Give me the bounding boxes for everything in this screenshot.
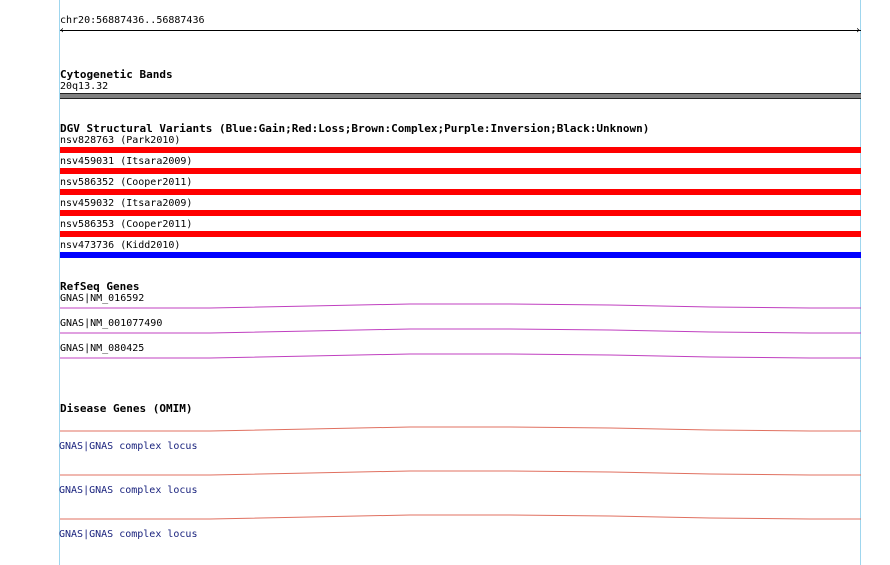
right-boundary-line — [860, 0, 861, 565]
ruler-line — [60, 30, 861, 31]
omim-gene-label[interactable]: GNAS|GNAS complex locus — [59, 441, 197, 453]
refseq-gene-line[interactable] — [60, 352, 861, 360]
dgv-variant-label: nsv459031 (Itsara2009) — [60, 156, 193, 167]
dgv-variant-bar[interactable] — [60, 210, 861, 216]
cytogenetic-band-bar[interactable] — [60, 93, 861, 99]
dgv-variant-bar[interactable] — [60, 147, 861, 153]
ruler-left-arrow-icon: ‹ — [59, 25, 66, 36]
dgv-variant-label: nsv586352 (Cooper2011) — [60, 177, 193, 188]
dgv-variant-label: nsv828763 (Park2010) — [60, 135, 181, 146]
dgv-variant-bar[interactable] — [60, 189, 861, 195]
omim-track-title: Disease Genes (OMIM) — [60, 402, 193, 415]
dgv-variant-bar[interactable] — [60, 231, 861, 237]
dgv-variant-bar[interactable] — [60, 252, 861, 258]
ruler-label: chr20:56887436..56887436 — [60, 15, 205, 26]
cytogenetic-band-label: 20q13.32 — [60, 81, 109, 92]
dgv-variant-label: nsv586353 (Cooper2011) — [60, 219, 193, 230]
omim-gene-line[interactable] — [60, 469, 861, 477]
dgv-variant-label: nsv473736 (Kidd2010) — [60, 240, 181, 251]
dgv-variant-bar[interactable] — [60, 168, 861, 174]
refseq-gene-line[interactable] — [60, 302, 861, 310]
omim-gene-line[interactable] — [60, 513, 861, 521]
omim-gene-label[interactable]: GNAS|GNAS complex locus — [59, 485, 197, 497]
dgv-variant-label: nsv459032 (Itsara2009) — [60, 198, 193, 209]
refseq-gene-line[interactable] — [60, 327, 861, 335]
dgv-track-title: DGV Structural Variants (Blue:Gain;Red:L… — [60, 122, 650, 135]
refseq-track-title: RefSeq Genes — [60, 280, 140, 293]
ruler-right-arrow-icon: › — [855, 25, 862, 36]
cytogenetic-track-title: Cytogenetic Bands — [60, 68, 173, 81]
omim-gene-label[interactable]: GNAS|GNAS complex locus — [59, 529, 197, 541]
omim-gene-line[interactable] — [60, 425, 861, 433]
